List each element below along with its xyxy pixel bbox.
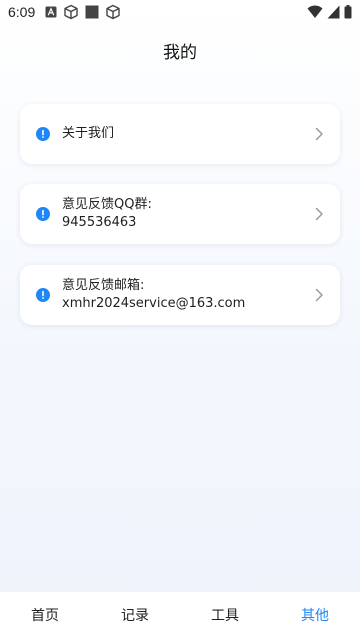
info-icon	[36, 127, 50, 141]
card-label: 意见反馈QQ群:	[62, 197, 152, 212]
status-time: 6:09	[8, 4, 36, 20]
chevron-right-icon	[315, 127, 323, 141]
signal-icon	[327, 5, 340, 19]
card-text: 意见反馈QQ群: 945536463	[62, 196, 306, 232]
status-right-icons	[307, 5, 352, 19]
page-title: 我的	[163, 43, 197, 63]
bottom-nav: 首页 记录 工具 其他	[0, 592, 360, 640]
info-icon	[36, 288, 50, 302]
card-text: 意见反馈邮箱: xmhr2024service@163.com	[62, 277, 306, 313]
nav-item-other[interactable]: 其他	[270, 592, 360, 640]
status-bar: 6:09	[0, 0, 360, 24]
battery-icon	[344, 5, 352, 19]
card-label: 意见反馈邮箱:	[62, 278, 145, 293]
font-a-icon	[45, 6, 57, 18]
square-icon	[85, 5, 99, 19]
nav-item-home[interactable]: 首页	[0, 592, 90, 640]
feedback-email-address: xmhr2024service@163.com	[62, 296, 246, 311]
info-icon	[36, 207, 50, 221]
cube-icon	[64, 4, 78, 20]
chevron-right-icon	[315, 288, 323, 302]
cube-icon	[106, 4, 120, 20]
status-left-icons	[45, 4, 121, 20]
page-header: 我的	[0, 36, 360, 70]
feedback-email-card[interactable]: 意见反馈邮箱: xmhr2024service@163.com	[20, 265, 340, 325]
card-text: 关于我们	[62, 125, 306, 143]
wifi-icon	[307, 5, 323, 18]
chevron-right-icon	[315, 207, 323, 221]
card-label: 关于我们	[62, 126, 115, 141]
feedback-qq-group-card[interactable]: 意见反馈QQ群: 945536463	[20, 184, 340, 244]
about-us-card[interactable]: 关于我们	[20, 104, 340, 164]
qq-group-number: 945536463	[62, 215, 137, 230]
nav-item-tools[interactable]: 工具	[180, 592, 270, 640]
nav-item-records[interactable]: 记录	[90, 592, 180, 640]
